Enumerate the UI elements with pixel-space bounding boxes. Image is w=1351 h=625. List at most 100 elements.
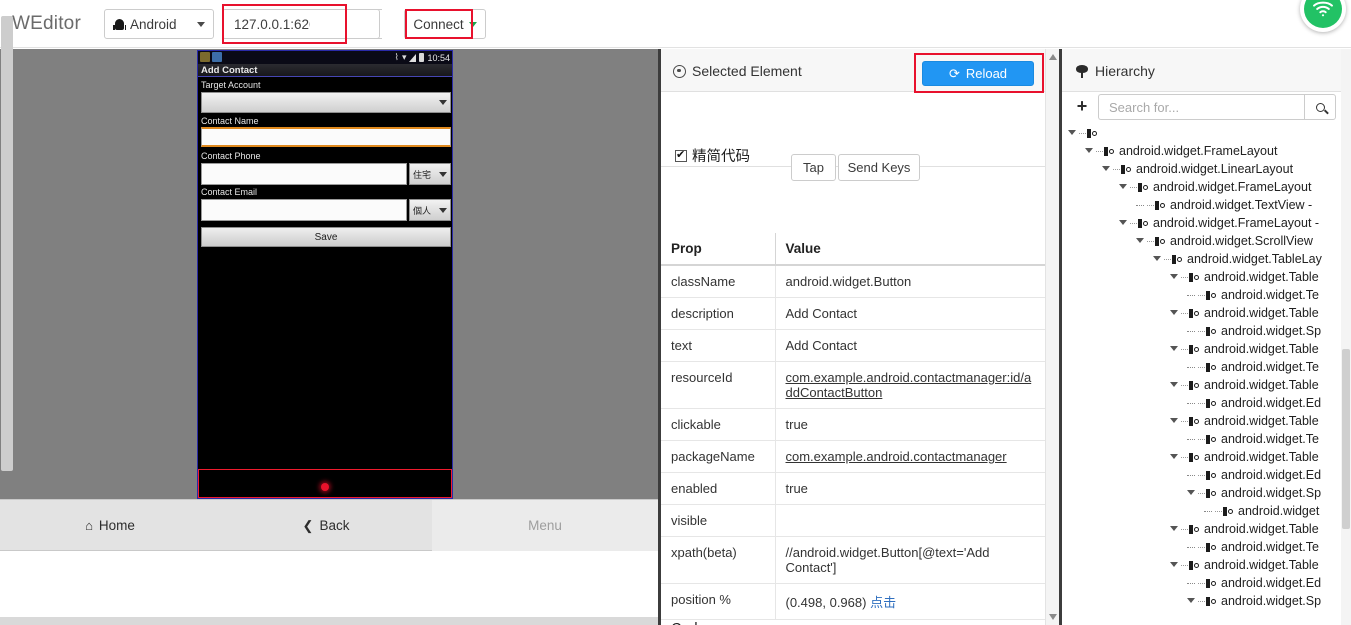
tree-node[interactable]: android.widget.Table — [1062, 448, 1351, 466]
field-contact-name-input[interactable] — [201, 127, 451, 147]
send-keys-button[interactable]: Send Keys — [838, 154, 920, 181]
tree-node[interactable] — [1062, 124, 1351, 142]
field-contact-email-type-spinner[interactable]: 個人 — [409, 199, 451, 221]
device-address-extra[interactable] — [310, 9, 380, 39]
search-field[interactable] — [1098, 94, 1304, 120]
table-row[interactable]: resourceId com.example.android.contactma… — [661, 361, 1045, 409]
checkbox-icon[interactable] — [675, 148, 687, 162]
plus-icon[interactable]: + — [1073, 97, 1091, 117]
tree-node[interactable]: android.widget.Ed — [1062, 466, 1351, 484]
tap-button[interactable]: Tap — [791, 154, 836, 181]
phone-screen[interactable]: ⌇ ▾ 10:54 Add Contact Target Account Con… — [197, 50, 453, 499]
tree-node[interactable]: android.widget.Te — [1062, 286, 1351, 304]
expand-toggle-icon[interactable] — [1170, 346, 1178, 351]
search-input[interactable] — [1107, 95, 1296, 119]
tree-node[interactable]: android.widget.FrameLayout — [1062, 178, 1351, 196]
expand-toggle-icon[interactable] — [1170, 454, 1178, 459]
chevron-down-icon[interactable] — [468, 21, 477, 27]
nav-home-button[interactable]: ⌂ Home — [0, 500, 220, 551]
tree-node[interactable]: android.widget.Table — [1062, 520, 1351, 538]
tree-node[interactable]: android.widget — [1062, 502, 1351, 520]
table-row[interactable]: packageName com.example.android.contactm… — [661, 440, 1045, 473]
table-row[interactable]: clickable true — [661, 408, 1045, 441]
tree-connector — [1198, 493, 1205, 494]
expand-toggle-icon[interactable] — [1085, 148, 1093, 153]
tree-node[interactable]: android.widget.Table — [1062, 412, 1351, 430]
hierarchy-vertical-scrollbar[interactable] — [1341, 49, 1351, 625]
expand-toggle-icon[interactable] — [1170, 274, 1178, 279]
table-row[interactable]: xpath(beta) //android.widget.Button[@tex… — [661, 536, 1045, 584]
tree-node[interactable]: android.widget.Sp — [1062, 592, 1351, 610]
resource-id-link[interactable]: com.example.android.contactmanager:id/ad… — [786, 370, 1032, 400]
tree-node[interactable]: android.widget.Ed — [1062, 574, 1351, 592]
hierarchy-tree[interactable]: android.widget.FrameLayout android.widget… — [1062, 124, 1351, 611]
expand-toggle-icon[interactable] — [1136, 238, 1144, 243]
scrollbar-thumb[interactable] — [1, 16, 13, 471]
field-contact-phone-input[interactable] — [201, 163, 407, 185]
tree-node[interactable]: android.widget.TableLay — [1062, 250, 1351, 268]
tree-node[interactable]: android.widget.Te — [1062, 538, 1351, 556]
tree-node[interactable]: android.widget.Sp — [1062, 484, 1351, 502]
tree-node[interactable]: android.widget.FrameLayout - — [1062, 214, 1351, 232]
position-tap-action[interactable]: 点击 — [870, 595, 896, 610]
connection-status-badge[interactable] — [1300, 0, 1346, 32]
leaf-connector-icon — [1187, 475, 1195, 476]
expand-toggle-icon[interactable] — [1187, 598, 1195, 603]
expand-toggle-icon[interactable] — [1119, 184, 1127, 189]
connect-button[interactable]: Connect — [404, 9, 486, 39]
tree-node[interactable]: android.widget.Table — [1062, 268, 1351, 286]
tree-node[interactable]: android.widget.FrameLayout — [1062, 142, 1351, 160]
expand-toggle-icon[interactable] — [1187, 490, 1195, 495]
tree-node[interactable]: android.widget.Sp — [1062, 322, 1351, 340]
widget-node-icon — [1189, 525, 1200, 534]
simplify-code-checkbox[interactable]: 精简代码 — [675, 145, 750, 166]
chevron-left-icon: ❮ — [302, 517, 314, 533]
scrollbar-thumb[interactable] — [1342, 349, 1350, 529]
selected-element-scrollbar[interactable] — [1045, 49, 1059, 625]
expand-toggle-icon[interactable] — [1102, 166, 1110, 171]
expand-toggle-icon[interactable] — [1170, 382, 1178, 387]
scroll-up-icon[interactable] — [1049, 54, 1057, 60]
tree-node[interactable]: android.widget.Te — [1062, 358, 1351, 376]
page-bottom-strip — [0, 617, 658, 625]
tree-node[interactable]: android.widget.Table — [1062, 556, 1351, 574]
expand-toggle-icon[interactable] — [1119, 220, 1127, 225]
field-contact-email-input[interactable] — [201, 199, 407, 221]
widget-node-icon — [1121, 165, 1132, 174]
device-platform-select[interactable]: Android — [104, 9, 214, 39]
table-row[interactable]: visible — [661, 504, 1045, 537]
table-row[interactable]: className android.widget.Button — [661, 265, 1045, 298]
field-contact-phone-type-spinner[interactable]: 住宅 — [409, 163, 451, 185]
tree-node[interactable]: android.widget.Te — [1062, 430, 1351, 448]
hierarchy-header: Hierarchy — [1062, 49, 1351, 92]
expand-toggle-icon[interactable] — [1170, 418, 1178, 423]
tree-node[interactable]: android.widget.TextView - — [1062, 196, 1351, 214]
expand-toggle-icon[interactable] — [1170, 310, 1178, 315]
field-target-account-spinner[interactable] — [201, 92, 451, 113]
expand-toggle-icon[interactable] — [1170, 526, 1178, 531]
tree-node[interactable]: android.widget.Ed — [1062, 394, 1351, 412]
table-row[interactable]: text Add Contact — [661, 329, 1045, 362]
save-button[interactable]: Save — [201, 227, 451, 247]
tree-node[interactable]: android.widget.Table — [1062, 340, 1351, 358]
scroll-down-icon[interactable] — [1049, 614, 1057, 620]
tree-node[interactable]: android.widget.Table — [1062, 376, 1351, 394]
connect-label: Connect — [413, 16, 464, 32]
tree-node[interactable]: android.widget.LinearLayout — [1062, 160, 1351, 178]
nav-back-button[interactable]: ❮ Back — [220, 500, 432, 551]
position-value: (0.498, 0.968) — [785, 595, 867, 610]
search-button[interactable] — [1304, 94, 1336, 120]
expand-toggle-icon[interactable] — [1068, 130, 1076, 135]
leaf-connector-icon — [1204, 511, 1212, 512]
table-row[interactable]: enabled true — [661, 472, 1045, 505]
table-row[interactable]: position % (0.498, 0.968) 点击 — [661, 583, 1045, 620]
device-screen-mirror[interactable]: ⌇ ▾ 10:54 Add Contact Target Account Con… — [0, 49, 658, 499]
expand-toggle-icon[interactable] — [1153, 256, 1161, 261]
expand-toggle-icon[interactable] — [1170, 562, 1178, 567]
package-name-link[interactable]: com.example.android.contactmanager — [786, 449, 1007, 464]
tree-connector — [1198, 475, 1205, 476]
tree-node[interactable]: android.widget.ScrollView — [1062, 232, 1351, 250]
tree-node[interactable]: android.widget.Table — [1062, 304, 1351, 322]
reload-button[interactable]: ⟳ Reload — [922, 61, 1034, 86]
table-row[interactable]: description Add Contact — [661, 297, 1045, 330]
